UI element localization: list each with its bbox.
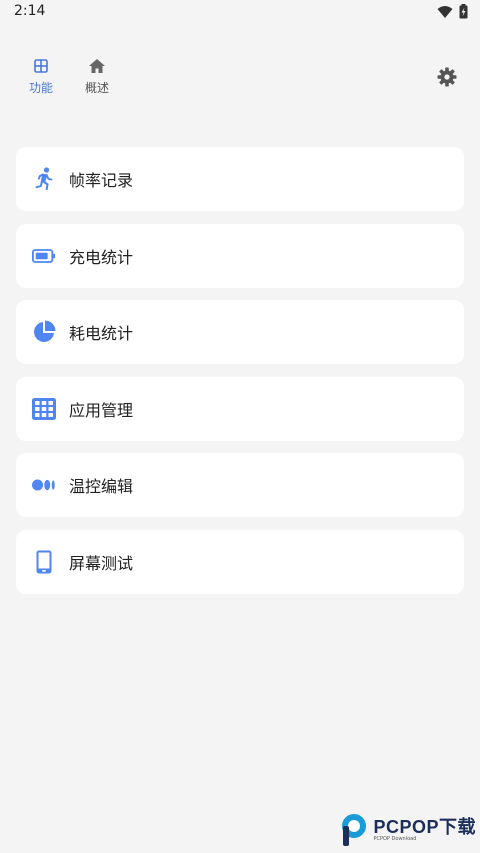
watermark: PCPOP下载 PCPOP Download (339, 813, 476, 847)
pcpop-logo-icon (342, 814, 367, 846)
status-time: 2:14 (14, 3, 46, 19)
menu-item-charge-stats[interactable]: 充电统计 (16, 223, 464, 288)
top-nav: 功能 概述 (22, 56, 116, 96)
menu-item-label: 耗电统计 (69, 324, 134, 343)
watermark-text: PCPOP下载 (373, 816, 476, 837)
tab-functions-label: 功能 (28, 81, 53, 95)
settings-button[interactable] (436, 66, 458, 88)
apps-grid-icon (32, 397, 56, 421)
menu-list: 帧率记录 充电统计 耗电统计 应用管理 温控编辑 屏幕测试 (16, 147, 464, 606)
tab-overview-label: 概述 (84, 81, 109, 95)
phone-icon (32, 550, 56, 574)
pie-chart-icon (32, 320, 56, 344)
tab-functions[interactable]: 功能 (22, 56, 60, 96)
status-icons (437, 4, 468, 19)
menu-item-label: 充电统计 (69, 247, 134, 267)
battery-status-icon (459, 4, 468, 19)
tab-overview[interactable]: 概述 (78, 56, 116, 96)
running-icon (32, 167, 56, 191)
menu-item-label: 应用管理 (69, 400, 134, 420)
grid-icon (31, 56, 51, 76)
menu-item-label: 温控编辑 (69, 477, 134, 496)
status-bar: 2:14 (0, 0, 480, 24)
menu-item-fps-record[interactable]: 帧率记录 (16, 147, 464, 211)
wifi-icon (437, 5, 453, 18)
watermark-subtext: PCPOP Download (373, 835, 417, 842)
battery-icon (32, 244, 56, 268)
menu-item-screen-test[interactable]: 屏幕测试 (16, 529, 464, 594)
menu-item-label: 屏幕测试 (69, 553, 134, 573)
toggle-dots-icon (32, 473, 56, 497)
home-icon (87, 56, 107, 76)
menu-item-app-management[interactable]: 应用管理 (16, 376, 464, 441)
gear-icon (437, 67, 457, 87)
menu-item-label: 帧率记录 (69, 171, 134, 190)
menu-item-power-stats[interactable]: 耗电统计 (16, 300, 464, 364)
menu-item-thermal-edit[interactable]: 温控编辑 (16, 453, 464, 517)
